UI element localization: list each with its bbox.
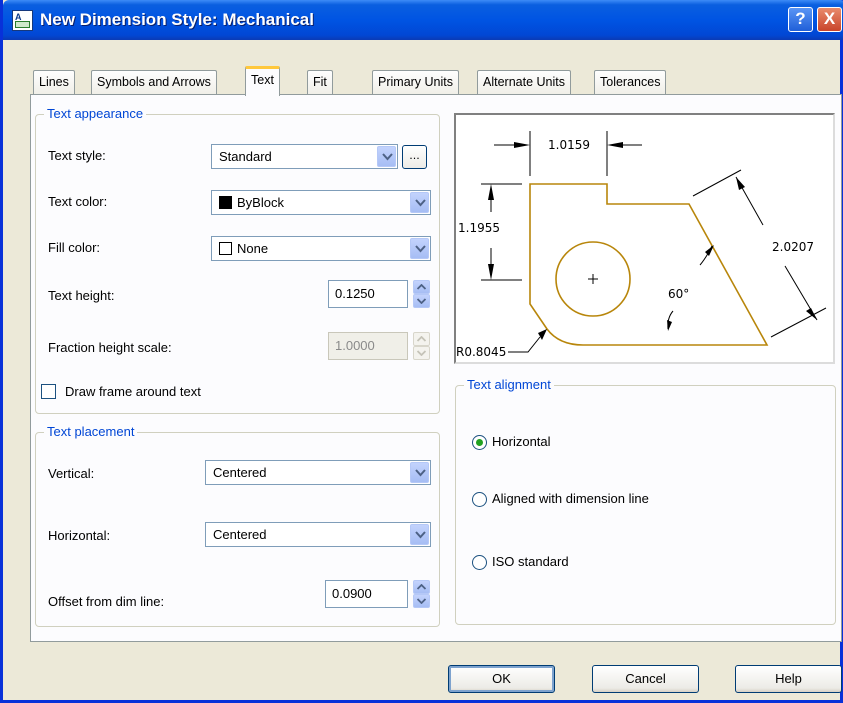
vertical-value: Centered: [213, 465, 267, 480]
tab-fit[interactable]: Fit: [307, 70, 333, 94]
text-color-select[interactable]: ByBlock: [211, 190, 431, 215]
radio-selected-dot: [476, 439, 483, 446]
tab-text[interactable]: Text: [245, 66, 280, 96]
text-appearance-title: Text appearance: [44, 106, 147, 121]
title-bar: A New Dimension Style: Mechanical ? X: [3, 0, 843, 40]
text-height-spinner[interactable]: [413, 280, 430, 308]
preview-angle: 60°: [668, 287, 689, 301]
part-outline: [529, 183, 769, 346]
fraction-height-label: Fraction height scale:: [48, 340, 172, 355]
tab-lines[interactable]: Lines: [33, 70, 75, 94]
vertical-select[interactable]: Centered: [205, 460, 431, 485]
color-swatch-icon: [219, 196, 232, 209]
text-style-select[interactable]: Standard: [211, 144, 398, 169]
chevron-down-icon: [410, 524, 429, 545]
draw-frame-label: Draw frame around text: [65, 384, 201, 399]
fill-color-select[interactable]: None: [211, 236, 431, 261]
tab-primary-units[interactable]: Primary Units: [372, 70, 460, 94]
horizontal-label: Horizontal:: [48, 528, 111, 543]
horizontal-select[interactable]: Centered: [205, 522, 431, 547]
dimension-preview-drawing: 1.0159 1.1955 2.0207 60° R0.8045: [456, 131, 827, 359]
align-iso-radio[interactable]: [472, 555, 487, 570]
offset-label: Offset from dim line:: [48, 594, 165, 609]
center-mark: [588, 274, 598, 284]
text-color-value: ByBlock: [237, 195, 284, 210]
align-dimension-line-label: Aligned with dimension line: [492, 491, 649, 506]
spin-up-icon[interactable]: [413, 580, 430, 594]
fraction-height-input: 1.0000: [328, 332, 408, 360]
chevron-down-icon: [410, 238, 429, 259]
preview-dim-left: 1.1955: [458, 221, 500, 235]
dialog-window: A New Dimension Style: Mechanical ? X Li…: [0, 0, 843, 703]
text-style-label: Text style:: [48, 148, 106, 163]
text-placement-title: Text placement: [44, 424, 138, 439]
text-alignment-title: Text alignment: [464, 377, 554, 392]
help-button[interactable]: Help: [735, 665, 842, 693]
dimension-style-icon: A: [12, 10, 33, 31]
preview-dim-top: 1.0159: [548, 138, 590, 152]
vertical-label: Vertical:: [48, 466, 95, 481]
text-style-value: Standard: [219, 149, 272, 164]
cancel-button[interactable]: Cancel: [592, 665, 699, 693]
offset-input[interactable]: 0.0900: [325, 580, 408, 608]
title-close-button[interactable]: X: [817, 7, 842, 32]
chevron-down-icon: [377, 146, 396, 167]
fraction-height-spinner: [413, 332, 430, 360]
chevron-down-icon: [410, 462, 429, 483]
tab-alternate-units[interactable]: Alternate Units: [477, 70, 571, 94]
preview-panel: 1.0159 1.1955 2.0207 60° R0.8045: [454, 113, 835, 364]
spin-down-icon: [413, 346, 430, 360]
preview-radius: R0.8045: [456, 345, 506, 359]
align-horizontal-radio[interactable]: [472, 435, 487, 450]
align-dimension-line-radio[interactable]: [472, 492, 487, 507]
preview-dim-right: 2.0207: [772, 240, 814, 254]
spin-down-icon[interactable]: [413, 594, 430, 608]
spin-up-icon: [413, 332, 430, 346]
ok-button[interactable]: OK: [448, 665, 555, 693]
chevron-down-icon: [410, 192, 429, 213]
tab-symbols-and-arrows[interactable]: Symbols and Arrows: [91, 70, 217, 94]
align-iso-label: ISO standard: [492, 554, 569, 569]
spin-up-icon[interactable]: [413, 280, 430, 294]
align-horizontal-label: Horizontal: [492, 434, 551, 449]
offset-spinner[interactable]: [413, 580, 430, 608]
tab-tolerances[interactable]: Tolerances: [594, 70, 667, 94]
draw-frame-checkbox[interactable]: [41, 384, 56, 399]
text-color-label: Text color:: [48, 194, 108, 209]
horizontal-value: Centered: [213, 527, 267, 542]
text-height-label: Text height:: [48, 288, 115, 303]
title-help-button[interactable]: ?: [788, 7, 813, 32]
fill-color-value: None: [237, 241, 269, 256]
spin-down-icon[interactable]: [413, 294, 430, 308]
color-swatch-icon: [219, 242, 232, 255]
window-title: New Dimension Style: Mechanical: [40, 10, 314, 29]
fill-color-label: Fill color:: [48, 240, 101, 255]
text-height-input[interactable]: 0.1250: [328, 280, 408, 308]
text-style-browse-button[interactable]: ...: [402, 145, 427, 169]
